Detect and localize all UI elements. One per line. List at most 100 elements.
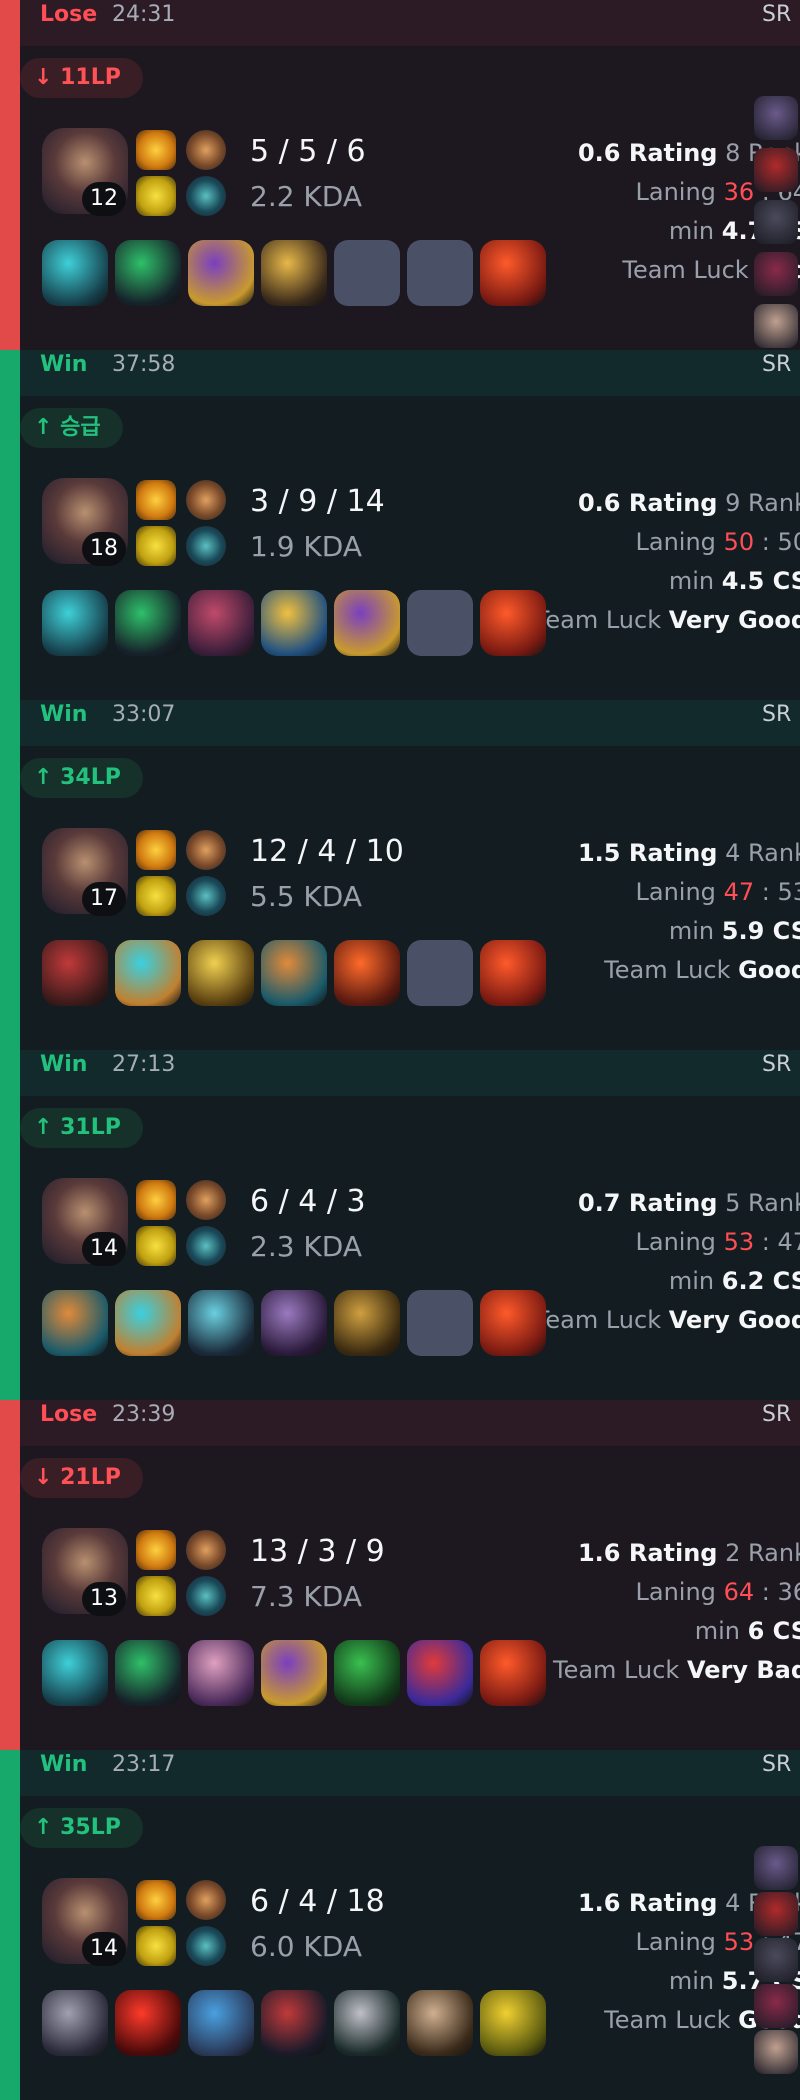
ignite-spell-icon[interactable] xyxy=(136,1226,176,1266)
secondary-rune-icon[interactable] xyxy=(186,1576,226,1616)
item-hourglass-icon[interactable] xyxy=(261,590,327,656)
keystone-rune-icon[interactable] xyxy=(186,1880,226,1920)
team-luck-label: Team Luck xyxy=(534,606,662,634)
item-green-icon[interactable] xyxy=(115,240,181,306)
teammate-avatar[interactable] xyxy=(754,2030,798,2074)
item-tome-icon[interactable] xyxy=(188,590,254,656)
flash-spell-icon[interactable] xyxy=(136,830,176,870)
rank: 2 Rank xyxy=(725,1539,800,1567)
cs-label: min xyxy=(668,567,715,595)
item-glove-icon[interactable] xyxy=(407,1990,473,2056)
teammate-avatar[interactable] xyxy=(754,200,798,244)
item-hammer-icon[interactable] xyxy=(188,1290,254,1356)
trinket-icon[interactable] xyxy=(480,940,546,1006)
secondary-rune-icon[interactable] xyxy=(186,876,226,916)
secondary-rune-icon[interactable] xyxy=(186,526,226,566)
rating: 0.6 Rating xyxy=(577,489,718,517)
secondary-rune-icon[interactable] xyxy=(186,176,226,216)
flash-spell-icon[interactable] xyxy=(136,130,176,170)
match-result: Lose xyxy=(40,2,98,27)
cs-per-min: 4.5 CS xyxy=(721,567,800,595)
match-duration: 23:17 xyxy=(112,1752,176,1777)
item-gun-orange-icon[interactable] xyxy=(261,940,327,1006)
keystone-rune-icon[interactable] xyxy=(186,130,226,170)
item-orb-icon[interactable] xyxy=(188,1640,254,1706)
trinket-icon[interactable] xyxy=(480,240,546,306)
item-purple-gold-icon[interactable] xyxy=(261,1640,327,1706)
item-teal-icon[interactable] xyxy=(42,590,108,656)
item-gun-orange-icon[interactable] xyxy=(42,1290,108,1356)
teammate-avatar[interactable] xyxy=(754,1984,798,2028)
keystone-rune-icon[interactable] xyxy=(186,1180,226,1220)
cs-label: min xyxy=(694,1617,740,1645)
item-teal-icon[interactable] xyxy=(42,240,108,306)
trinket-icon[interactable] xyxy=(480,1640,546,1706)
ignite-spell-icon[interactable] xyxy=(136,176,176,216)
match-card[interactable]: Win 33:07 SR 1 ↑ 34LP 17 12 / 4 / 10 5.5… xyxy=(0,700,800,1050)
item-dark-blade-icon[interactable] xyxy=(42,1990,108,2056)
item-red-orb-icon[interactable] xyxy=(115,1990,181,2056)
champion-level: 13 xyxy=(82,1582,126,1616)
item-green-icon[interactable] xyxy=(115,590,181,656)
result-stripe xyxy=(0,700,20,1050)
laning-label: Laning xyxy=(635,528,716,556)
item-gold-armor-icon[interactable] xyxy=(334,1290,400,1356)
match-header: Win 37:58 SR 1 xyxy=(20,350,800,396)
item-boots-red-icon[interactable] xyxy=(42,940,108,1006)
item-hat-icon[interactable] xyxy=(407,1640,473,1706)
match-card[interactable]: Lose 23:39 SR ↓ 21LP 13 13 / 3 / 9 7.3 K… xyxy=(0,1400,800,1750)
item-gold-blade-icon[interactable] xyxy=(188,940,254,1006)
teammate-avatar[interactable] xyxy=(754,1846,798,1890)
lp-badge: ↑ 31LP xyxy=(20,1108,143,1148)
item-gun-teal-icon[interactable] xyxy=(115,1290,181,1356)
match-card[interactable]: Lose 24:31 SR 1 ↓ 11LP 12 5 / 5 / 6 2.2 … xyxy=(0,0,800,350)
item-green-orb-icon[interactable] xyxy=(334,1640,400,1706)
teammate-avatar[interactable] xyxy=(754,1938,798,1982)
item-boots-purple-icon[interactable] xyxy=(261,1290,327,1356)
ignite-spell-icon[interactable] xyxy=(136,1576,176,1616)
item-green-icon[interactable] xyxy=(115,1640,181,1706)
item-gold-icon[interactable] xyxy=(261,240,327,306)
flash-spell-icon[interactable] xyxy=(136,1880,176,1920)
match-card[interactable]: Win 27:13 SR ↑ 31LP 14 6 / 4 / 3 2.3 KDA… xyxy=(0,1050,800,1400)
match-mode: SR 1 xyxy=(762,702,800,727)
match-result: Win xyxy=(40,702,88,727)
trinket-yellow-icon[interactable] xyxy=(480,1990,546,2056)
ignite-spell-icon[interactable] xyxy=(136,876,176,916)
ignite-spell-icon[interactable] xyxy=(136,1926,176,1966)
keystone-rune-icon[interactable] xyxy=(186,480,226,520)
empty-item-slot xyxy=(407,240,473,306)
cs-label: min xyxy=(668,1967,715,1995)
lp-change: 11LP xyxy=(60,65,121,90)
cs-per-min: 6 CS xyxy=(747,1617,800,1645)
ignite-spell-icon[interactable] xyxy=(136,526,176,566)
arrow-up-icon: ↑ xyxy=(34,765,53,790)
item-purple-gold-icon[interactable] xyxy=(188,240,254,306)
laning-left: 64 xyxy=(723,1578,755,1606)
keystone-rune-icon[interactable] xyxy=(186,1530,226,1570)
flash-spell-icon[interactable] xyxy=(136,1180,176,1220)
match-card[interactable]: Win 37:58 SR 1 ↑ 승급 18 3 / 9 / 14 1.9 KD… xyxy=(0,350,800,700)
teammate-avatar[interactable] xyxy=(754,1892,798,1936)
teammate-avatar[interactable] xyxy=(754,252,798,296)
item-pickaxe-icon[interactable] xyxy=(334,1990,400,2056)
item-purple-gold-icon[interactable] xyxy=(334,590,400,656)
keystone-rune-icon[interactable] xyxy=(186,830,226,870)
kda-score: 3 / 9 / 14 xyxy=(250,484,385,519)
trinket-icon[interactable] xyxy=(480,590,546,656)
teammate-avatar[interactable] xyxy=(754,148,798,192)
flash-spell-icon[interactable] xyxy=(136,480,176,520)
item-red-blade-icon[interactable] xyxy=(334,940,400,1006)
secondary-rune-icon[interactable] xyxy=(186,1926,226,1966)
item-gun-teal-icon[interactable] xyxy=(115,940,181,1006)
flash-spell-icon[interactable] xyxy=(136,1530,176,1570)
item-dark-red-icon[interactable] xyxy=(261,1990,327,2056)
laning-label: Laning xyxy=(635,1228,716,1256)
match-result: Lose xyxy=(40,1402,98,1427)
teammate-avatar[interactable] xyxy=(754,304,798,348)
trinket-icon[interactable] xyxy=(480,1290,546,1356)
item-teal-icon[interactable] xyxy=(42,1640,108,1706)
item-blue-gun-icon[interactable] xyxy=(188,1990,254,2056)
secondary-rune-icon[interactable] xyxy=(186,1226,226,1266)
teammate-avatar[interactable] xyxy=(754,96,798,140)
